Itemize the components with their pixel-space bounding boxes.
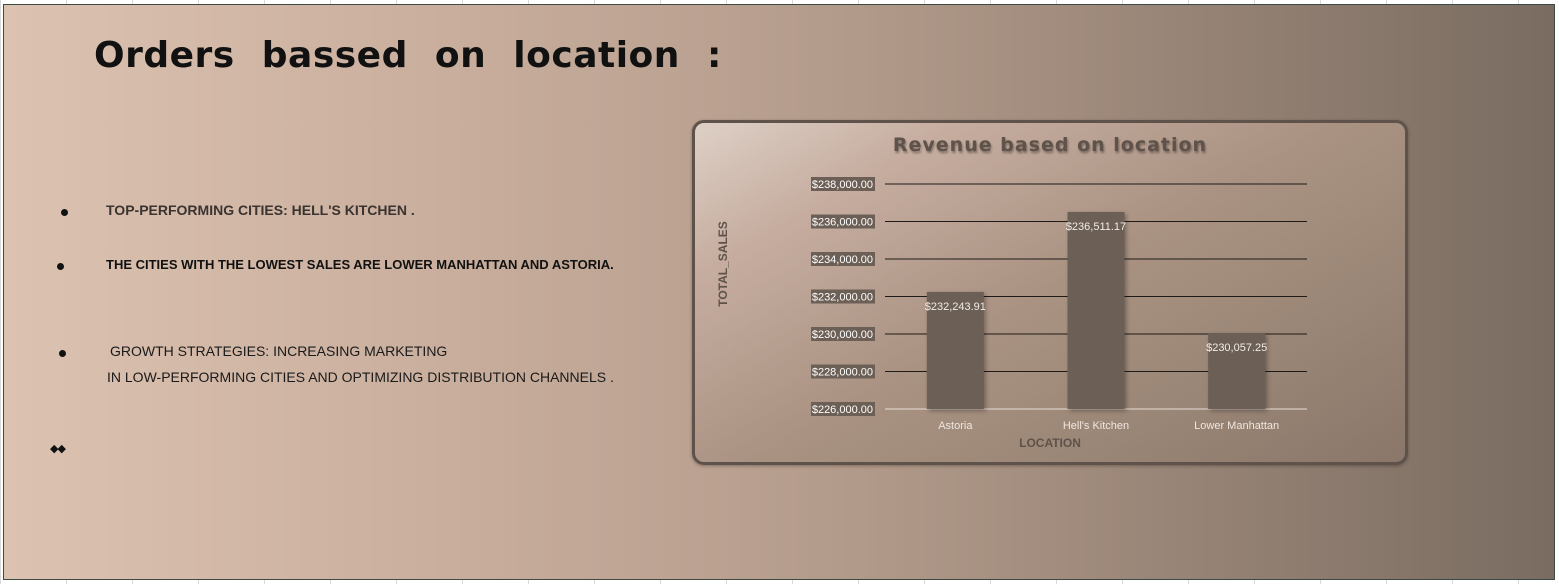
x-tick-label: Hell's Kitchen [1063, 420, 1129, 432]
page-title: Orders bassed on location : [94, 35, 722, 76]
revenue-chart[interactable]: Revenue based on location $226,000.00 $228… [692, 120, 1408, 465]
bullet-lowest-sales: THE CITIES WITH THE LOWEST SALES ARE LOW… [106, 257, 614, 272]
bullet-top-cities: TOP-PERFORMING CITIES: HELL'S KITCHEN . [106, 202, 415, 218]
dashboard-panel: Orders bassed on location : TOP-PERFORMI… [3, 4, 1555, 580]
y-tick-label: $236,000.00 [812, 217, 873, 229]
chart-title: Revenue based on location [893, 134, 1207, 156]
y-tick-label: $230,000.00 [812, 329, 873, 341]
y-tick-label: $234,000.00 [812, 254, 873, 266]
data-label: $236,511.17 [1066, 221, 1126, 233]
x-axis-title: LOCATION [1019, 436, 1081, 450]
bullet-growth-line1: GROWTH STRATEGIES: INCREASING MARKETING [110, 343, 448, 359]
x-tick-label: Astoria [938, 420, 973, 432]
y-tick-label: $232,000.00 [812, 292, 873, 304]
y-tick-label: $228,000.00 [812, 367, 873, 379]
bar-2 [1067, 211, 1125, 409]
bullet-dot [57, 263, 64, 270]
diamond-bullet-icon: ◆◆ [50, 443, 66, 455]
y-tick-label: $226,000.00 [812, 404, 873, 416]
bullet-dot [61, 209, 68, 216]
y-axis-title: TOTAL_SALES [716, 221, 730, 307]
y-tick-label: $238,000.00 [812, 179, 873, 191]
data-label: $230,057.25 [1206, 342, 1267, 354]
chart-svg: Revenue based on location $226,000.00 $228… [716, 134, 1307, 450]
bullet-dot [59, 350, 66, 357]
data-label: $232,243.91 [925, 301, 986, 313]
bullet-growth-line2: IN LOW-PERFORMING CITIES AND OPTIMIZING … [107, 369, 614, 385]
x-tick-label: Lower Manhattan [1194, 420, 1279, 432]
